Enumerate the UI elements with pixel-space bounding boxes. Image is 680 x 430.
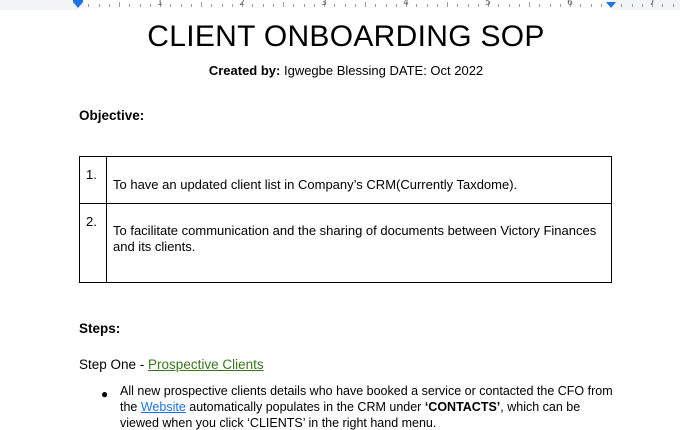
ruler-tick [283,2,284,7]
ruler-tick [273,4,274,7]
ruler-number: 3 [321,0,327,8]
ruler-tick [509,4,510,7]
ruler-tick [662,4,663,7]
ruler-tick [673,4,674,7]
ruler-right-margin [612,0,680,10]
document-title[interactable]: CLIENT ONBOARDING SOP [0,20,680,54]
ruler-number: 1 [157,0,163,8]
ruler-tick [191,4,192,7]
ruler-tick [129,4,130,7]
ruler-tick [437,4,438,7]
ruler-tick [478,4,479,7]
ruler-tick [365,2,366,7]
ruler-tick [88,4,89,7]
objective-number[interactable]: 1. [79,156,107,204]
ruler-tick [457,4,458,7]
objective-heading[interactable]: Objective: [79,108,144,123]
objectives-table[interactable]: 1. To have an updated client list in Com… [79,156,612,283]
ruler-tick [293,4,294,7]
ruler-tick [263,4,264,7]
ruler-number: 4 [403,0,409,8]
document-subtitle[interactable]: Created by: Igwegbe Blessing DATE: Oct 2… [0,63,680,78]
ruler-tick [181,4,182,7]
bullet-text[interactable]: All new prospective clients details who … [120,383,620,430]
step-one-prefix: Step One - [79,357,149,372]
ruler-tick [468,4,469,7]
ruler-tick [550,4,551,7]
ruler-tick [560,4,561,7]
ruler-tick [375,4,376,7]
ruler-left-margin [0,0,79,10]
ruler-tick [345,4,346,7]
ruler-tick [396,4,397,7]
ruler-tick [119,2,120,7]
ruler-tick [519,4,520,7]
bullet-text-part: automatically populates in the CRM under [185,400,425,414]
created-by-label: Created by: [208,63,281,78]
contacts-bold: ‘CONTACTS’ [424,400,501,414]
ruler-tick [314,4,315,7]
ruler-tick [211,4,212,7]
ruler-tick [109,4,110,7]
objective-text[interactable]: To have an updated client list in Compan… [106,156,612,204]
ruler-number: 5 [485,0,491,8]
objective-number[interactable]: 2. [79,203,107,283]
ruler-tick [632,4,633,7]
ruler-tick [304,4,305,7]
step-one-line[interactable]: Step One - Prospective Clients [79,357,264,372]
ruler-tick [416,4,417,7]
ruler-tick [529,2,530,7]
ruler-tick [232,4,233,7]
ruler-tick [591,4,592,7]
ruler-tick [580,4,581,7]
objective-text[interactable]: To facilitate communication and the shar… [106,203,612,283]
prospective-clients-link[interactable]: Prospective Clients [148,357,264,372]
table-row[interactable]: 1. To have an updated client list in Com… [79,156,612,204]
ruler-tick [170,4,171,7]
ruler-tick [498,4,499,7]
ruler[interactable]: 1 2 3 4 5 6 7 [0,0,680,10]
ruler-tick [427,4,428,7]
ruler-tick [334,4,335,7]
ruler-tick [642,4,643,7]
created-by-value: Igwegbe Blessing DATE: Oct 2022 [280,63,484,78]
ruler-tick [621,4,622,7]
ruler-tick [252,4,253,7]
bullet-icon: ● [101,387,109,401]
ruler-tick [447,2,448,7]
ruler-number: 2 [239,0,245,8]
ruler-tick [99,4,100,7]
steps-heading[interactable]: Steps: [79,321,120,336]
ruler-tick [140,4,141,7]
ruler-tick [222,4,223,7]
table-row[interactable]: 2. To facilitate communication and the s… [79,203,612,283]
website-link[interactable]: Website [141,400,186,414]
ruler-tick [201,2,202,7]
ruler-tick [539,4,540,7]
ruler-number: 7 [649,0,655,8]
ruler-tick [355,4,356,7]
ruler-tick [150,4,151,7]
left-indent-handle[interactable] [73,2,83,8]
ruler-number: 6 [567,0,573,8]
ruler-tick [386,4,387,7]
ruler-tick [601,4,602,7]
right-indent-handle[interactable] [606,2,616,8]
